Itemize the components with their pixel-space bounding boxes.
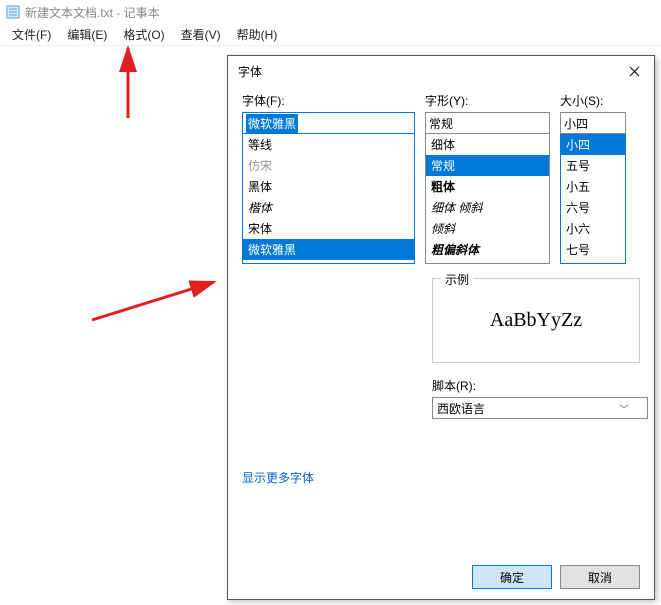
size-item[interactable]: 六号 xyxy=(561,197,625,218)
font-item[interactable]: 楷体 xyxy=(243,197,414,218)
dialog-title: 字体 xyxy=(238,63,262,80)
titlebar: 新建文本文档.txt - 记事本 xyxy=(0,0,661,24)
script-value: 西欧语言 xyxy=(437,400,485,417)
notepad-icon xyxy=(6,5,20,19)
menubar: 文件(F) 编辑(E) 格式(O) 查看(V) 帮助(H) xyxy=(0,24,661,46)
font-item[interactable]: 新宋体 xyxy=(243,260,414,264)
window-title: 新建文本文档.txt - 记事本 xyxy=(25,4,160,21)
style-item[interactable]: 粗体 xyxy=(426,176,549,197)
dialog-titlebar: 字体 xyxy=(228,56,654,86)
size-item[interactable]: 小五 xyxy=(561,176,625,197)
menu-edit[interactable]: 编辑(E) xyxy=(59,24,115,45)
font-label: 字体(F): xyxy=(242,92,415,109)
style-item[interactable]: 常规 xyxy=(426,155,549,176)
size-item[interactable]: 五号 xyxy=(561,155,625,176)
style-item[interactable]: 粗偏斜体 xyxy=(426,239,549,260)
font-dialog: 字体 字体(F): 微软雅黑 等线仿宋黑体楷体宋体微软雅黑新宋体 字形(Y): … xyxy=(227,55,655,600)
script-label: 脚本(R): xyxy=(432,377,640,394)
more-fonts-link[interactable]: 显示更多字体 xyxy=(242,469,640,486)
cancel-button[interactable]: 取消 xyxy=(560,565,640,589)
font-item[interactable]: 仿宋 xyxy=(243,155,414,176)
font-item[interactable]: 等线 xyxy=(243,134,414,155)
font-item[interactable]: 黑体 xyxy=(243,176,414,197)
style-item[interactable]: 倾斜 xyxy=(426,218,549,239)
menu-file[interactable]: 文件(F) xyxy=(4,24,59,45)
style-item[interactable]: 细体 xyxy=(426,134,549,155)
chevron-down-icon: ﹀ xyxy=(619,401,629,416)
size-item[interactable]: 八号 xyxy=(561,260,625,264)
font-item[interactable]: 宋体 xyxy=(243,218,414,239)
size-item[interactable]: 小四 xyxy=(561,134,625,155)
sample-legend: 示例 xyxy=(441,271,473,288)
menu-format[interactable]: 格式(O) xyxy=(115,24,172,45)
style-listbox[interactable]: 细体常规粗体细体 倾斜倾斜粗偏斜体 xyxy=(425,134,550,264)
style-input-value: 常规 xyxy=(429,115,453,132)
sample-fieldset: 示例 AaBbYyZz xyxy=(432,278,640,363)
size-input[interactable]: 小四 xyxy=(560,112,626,134)
font-item[interactable]: 微软雅黑 xyxy=(243,239,414,260)
menu-view[interactable]: 查看(V) xyxy=(173,24,229,45)
size-listbox[interactable]: 小四五号小五六号小六七号八号 xyxy=(560,134,626,264)
sample-text: AaBbYyZz xyxy=(490,309,582,332)
size-item[interactable]: 小六 xyxy=(561,218,625,239)
style-item[interactable]: 细体 倾斜 xyxy=(426,197,549,218)
style-input[interactable]: 常规 xyxy=(425,112,550,134)
script-select[interactable]: 西欧语言 ﹀ xyxy=(432,397,648,419)
font-input-value: 微软雅黑 xyxy=(246,114,298,133)
close-button[interactable] xyxy=(620,60,648,82)
size-label: 大小(S): xyxy=(560,92,626,109)
font-input[interactable]: 微软雅黑 xyxy=(242,112,415,134)
ok-button[interactable]: 确定 xyxy=(472,565,552,589)
size-input-value: 小四 xyxy=(564,115,588,132)
style-label: 字形(Y): xyxy=(425,92,550,109)
size-item[interactable]: 七号 xyxy=(561,239,625,260)
font-listbox[interactable]: 等线仿宋黑体楷体宋体微软雅黑新宋体 xyxy=(242,134,415,264)
menu-help[interactable]: 帮助(H) xyxy=(229,24,286,45)
